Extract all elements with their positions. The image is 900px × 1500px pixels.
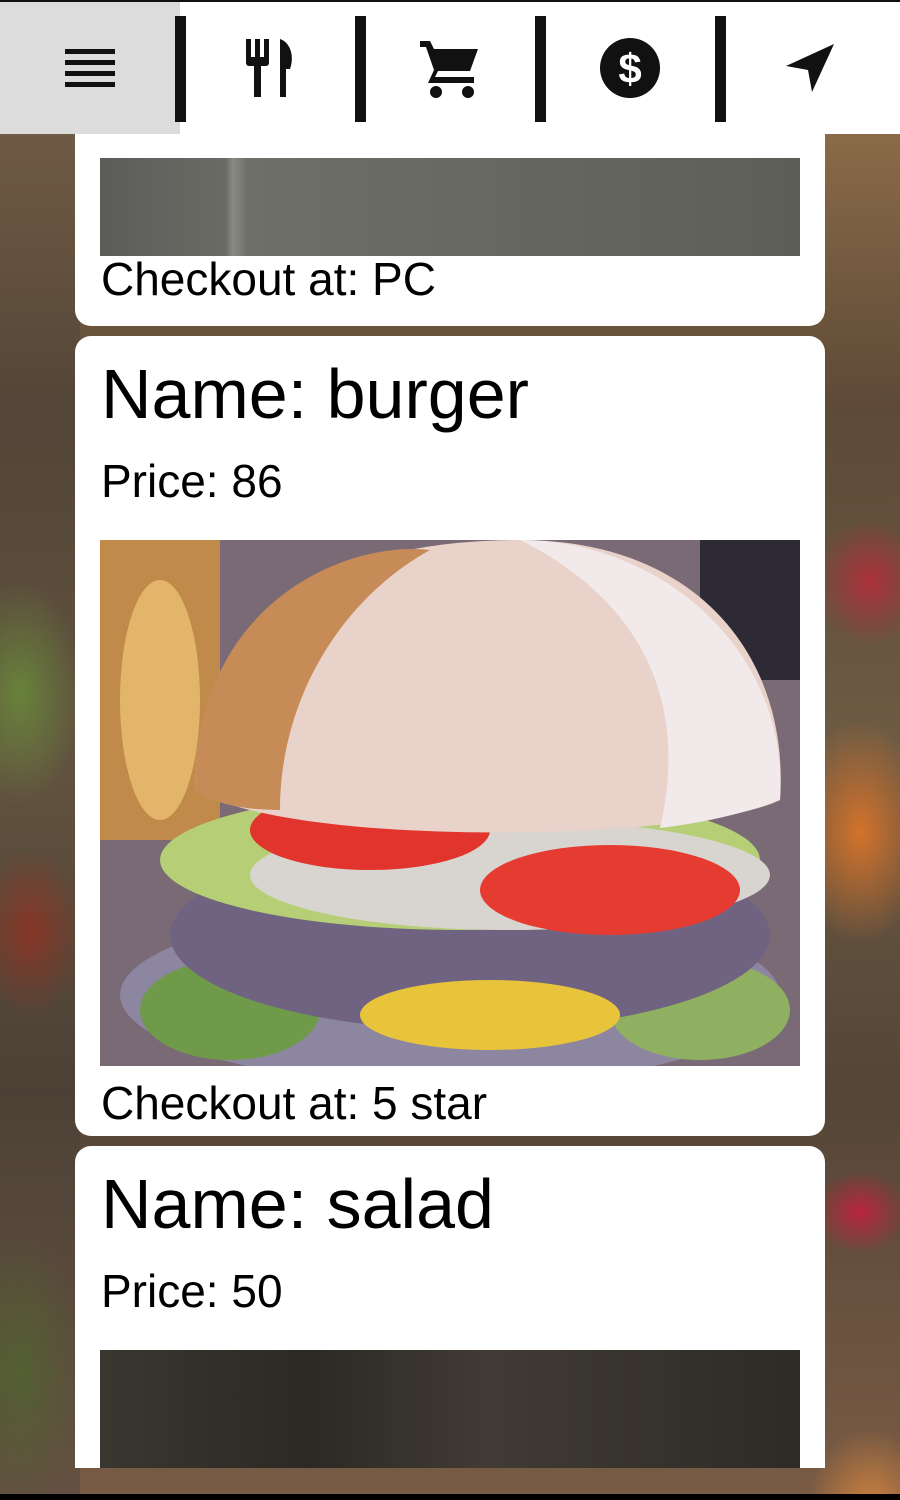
food-card[interactable]: Name: salad Price: 50 bbox=[75, 1146, 825, 1468]
item-price: Price: 86 bbox=[101, 455, 283, 507]
food-photo bbox=[100, 158, 800, 256]
tab-payment[interactable]: $ bbox=[540, 2, 726, 134]
burger-photo bbox=[100, 540, 800, 1066]
food-card[interactable]: Checkout at: PC bbox=[75, 132, 825, 326]
food-card[interactable]: Name: burger Price: 86 Checkout at: 5 st… bbox=[75, 336, 825, 1136]
navigation-arrow-icon bbox=[784, 42, 836, 94]
app-screen: $ Checkout at: PC Name: burger Price: 86 bbox=[0, 0, 900, 1500]
cart-icon bbox=[418, 37, 482, 99]
food-photo bbox=[100, 540, 800, 1066]
checkout-location: Checkout at: PC bbox=[101, 253, 436, 305]
dollar-icon: $ bbox=[599, 37, 661, 99]
tab-location[interactable] bbox=[720, 2, 900, 134]
tab-menu[interactable] bbox=[0, 2, 186, 134]
item-name: Name: burger bbox=[101, 355, 529, 433]
food-item-list[interactable]: Checkout at: PC Name: burger Price: 86 C… bbox=[75, 132, 825, 1468]
menu-icon bbox=[63, 45, 117, 91]
restaurant-icon bbox=[240, 37, 300, 99]
food-photo bbox=[100, 1350, 800, 1468]
tab-restaurant[interactable] bbox=[180, 2, 366, 134]
screen-bottom-edge bbox=[0, 1494, 900, 1500]
svg-text:$: $ bbox=[618, 45, 641, 92]
checkout-location: Checkout at: 5 star bbox=[101, 1077, 488, 1129]
top-nav-bar: $ bbox=[0, 0, 900, 134]
tab-cart[interactable] bbox=[360, 2, 546, 134]
item-name: Name: salad bbox=[101, 1165, 494, 1243]
item-price: Price: 50 bbox=[101, 1265, 283, 1317]
